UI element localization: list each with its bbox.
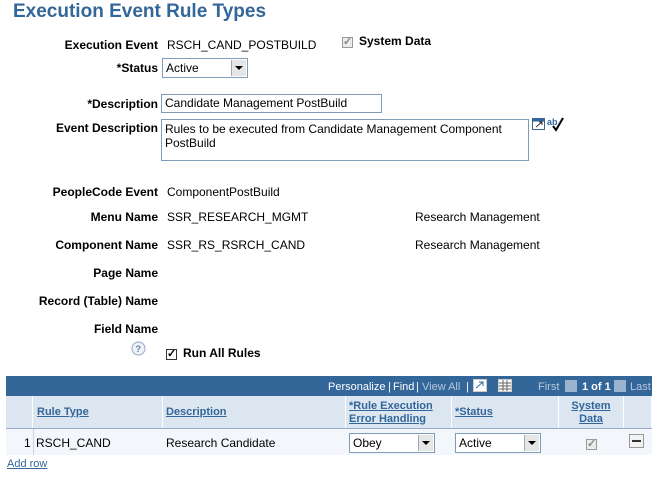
- download-icon[interactable]: [473, 379, 487, 395]
- component-name-value: SSR_RS_RSRCH_CAND: [167, 238, 306, 252]
- page-name-label: Page Name: [93, 266, 158, 280]
- error-handling-select[interactable]: Obey: [349, 433, 435, 453]
- row-status-value: Active: [459, 436, 492, 450]
- error-handling-value: Obey: [353, 436, 382, 450]
- add-row-link[interactable]: Add row: [7, 458, 47, 470]
- execution-event-value: RSCH_CAND_POSTBUILD: [167, 38, 317, 52]
- event-description-textarea[interactable]: Rules to be executed from Candidate Mana…: [161, 119, 529, 161]
- table-row: 1 RSCH_CAND Research Candidate Obey Acti…: [6, 428, 652, 455]
- grid-toolbar: Personalize | Find | View All | First 1 …: [6, 376, 652, 396]
- component-name-label: Component Name: [55, 238, 158, 252]
- view-all-link[interactable]: View All: [422, 381, 460, 393]
- col-header-status[interactable]: *Status: [452, 396, 559, 428]
- separator: |: [388, 381, 391, 393]
- zoom-icon[interactable]: [532, 117, 546, 134]
- run-all-rules-label: Run All Rules: [183, 346, 261, 360]
- row-status-select[interactable]: Active: [455, 433, 541, 453]
- col-header-rownum: [6, 396, 33, 428]
- field-name-label: Field Name: [93, 322, 158, 336]
- event-description-line: Rules to be executed from Candidate Mana…: [165, 122, 502, 136]
- col-header-system-data[interactable]: System Data: [559, 396, 624, 428]
- menu-name-description: Research Management: [415, 210, 540, 224]
- nav-next-icon[interactable]: [614, 380, 626, 395]
- status-select-value: Active: [166, 61, 199, 75]
- check-icon: ✓: [342, 36, 353, 48]
- find-link[interactable]: Find: [393, 381, 414, 393]
- system-data-label: System Data: [359, 34, 432, 48]
- menu-name-value: SSR_RESEARCH_MGMT: [167, 210, 309, 224]
- description-input-value: Candidate Management PostBuild: [165, 96, 348, 110]
- page-info: 1 of 1: [582, 381, 611, 393]
- spellcheck-icon[interactable]: ab: [547, 115, 564, 135]
- menu-name-label: Menu Name: [90, 210, 158, 224]
- col-header-description[interactable]: Description: [163, 396, 346, 428]
- personalize-link[interactable]: Personalize: [328, 381, 385, 393]
- nav-button: [614, 380, 626, 392]
- record-name-label: Record (Table) Name: [38, 294, 158, 308]
- rule-type-cell: RSCH_CAND: [36, 436, 111, 450]
- execution-event-label: Execution Event: [64, 38, 158, 52]
- nav-button: [565, 380, 577, 392]
- grid-view-icon[interactable]: [498, 379, 512, 395]
- system-data-checkbox[interactable]: ✓: [342, 34, 353, 48]
- run-all-rules-checkbox[interactable]: ✓: [166, 346, 177, 360]
- svg-text:?: ?: [136, 344, 142, 354]
- nav-first-icon[interactable]: [565, 380, 577, 395]
- col-header-error-handling[interactable]: *Rule Execution Error Handling: [346, 396, 452, 428]
- peoplecode-event-label: PeopleCode Event: [52, 185, 158, 199]
- event-description-line: PostBuild: [165, 136, 216, 150]
- description-cell: Research Candidate: [166, 436, 276, 450]
- status-label: *Status: [116, 61, 158, 75]
- peoplecode-event-value: ComponentPostBuild: [167, 185, 280, 199]
- status-select[interactable]: Active: [162, 58, 248, 78]
- last-link[interactable]: Last: [630, 381, 651, 393]
- row-system-data-checkbox[interactable]: ✓: [586, 436, 597, 450]
- chevron-down-icon: [524, 435, 539, 451]
- page-title: Execution Event Rule Types: [13, 1, 267, 22]
- separator: |: [466, 381, 469, 393]
- col-header-actions: [624, 396, 652, 428]
- first-link[interactable]: First: [538, 381, 559, 393]
- delete-row-icon[interactable]: [629, 434, 644, 451]
- description-label: *Description: [87, 97, 158, 111]
- col-header-rule-type[interactable]: Rule Type: [33, 396, 163, 428]
- chevron-down-icon: [231, 60, 246, 76]
- component-name-description: Research Management: [415, 238, 540, 252]
- description-input[interactable]: Candidate Management PostBuild: [161, 94, 382, 113]
- check-icon: ✓: [586, 438, 597, 450]
- event-description-label: Event Description: [55, 121, 158, 135]
- help-icon[interactable]: ?: [131, 341, 146, 359]
- separator: |: [416, 381, 419, 393]
- svg-text:ab: ab: [547, 117, 558, 127]
- row-number-cell: 1: [6, 429, 34, 455]
- check-icon: ✓: [166, 348, 177, 360]
- row-number: 1: [24, 436, 31, 450]
- chevron-down-icon: [418, 435, 433, 451]
